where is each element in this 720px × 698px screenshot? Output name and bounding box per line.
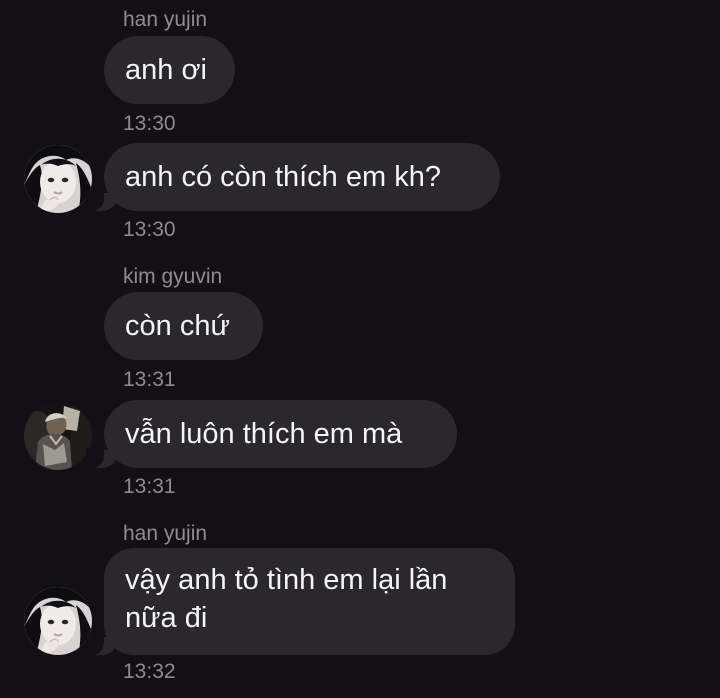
- han-yujin-avatar[interactable]: [24, 587, 92, 655]
- message-line: nữa đi: [125, 602, 208, 634]
- message-line: vậy anh tỏ tình em lại lần: [125, 564, 448, 596]
- sender-name: kim gyuvin: [123, 265, 223, 288]
- message-time: 13:32: [123, 660, 176, 683]
- kim-gyuvin-avatar[interactable]: [24, 402, 92, 470]
- message-bubble[interactable]: vậy anh tỏ tình em lại lần nữa đi: [86, 548, 515, 655]
- message-bubble[interactable]: anh ơi: [104, 36, 235, 104]
- message-bubble[interactable]: vẫn luôn thích em mà: [86, 400, 457, 468]
- chat-thread: han yujin anh ơi 13:30 anh có còn thích …: [0, 0, 720, 698]
- han-yujin-avatar-icon: [24, 587, 92, 655]
- han-yujin-avatar[interactable]: [24, 145, 92, 213]
- kim-gyuvin-avatar-icon: [24, 402, 92, 470]
- sender-name: han yujin: [123, 522, 208, 545]
- message-bubble[interactable]: còn chứ: [104, 292, 263, 360]
- message-time: 13:30: [123, 112, 176, 135]
- message-bubble[interactable]: anh có còn thích em kh?: [86, 143, 500, 211]
- message-time: 13:30: [123, 218, 176, 241]
- sender-name: han yujin: [123, 8, 208, 31]
- han-yujin-avatar-icon: [24, 145, 92, 213]
- message-time: 13:31: [123, 368, 176, 391]
- message-time: 13:31: [123, 475, 176, 498]
